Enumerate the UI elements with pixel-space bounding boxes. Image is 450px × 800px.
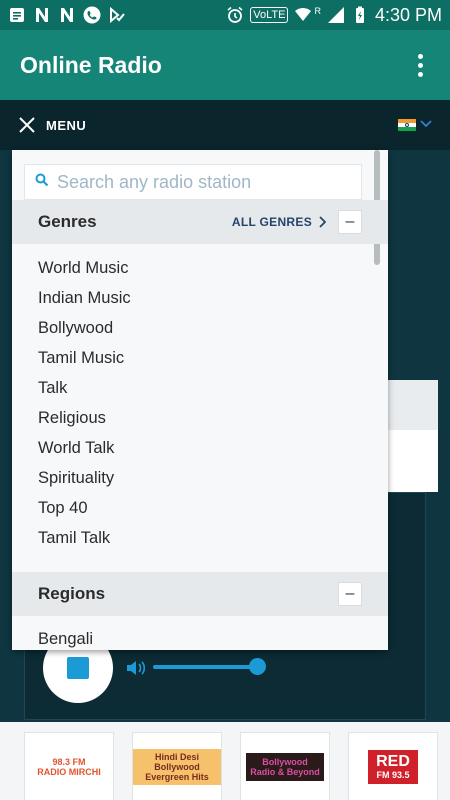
station-tile[interactable]: RED FM 93.5 [348, 732, 438, 800]
genre-item[interactable]: World Music [38, 253, 131, 283]
menu-label[interactable]: MENU [46, 118, 86, 133]
alarm-icon [226, 6, 244, 24]
menu-dropdown: Genres ALL GENRES – World Music Indian M… [12, 150, 388, 650]
volume-slider-track[interactable] [153, 665, 258, 669]
regions-list: Bengali [38, 624, 93, 650]
station-tile-line1: Hindi Desi Bollywood [154, 752, 200, 772]
n-app-icon [33, 6, 51, 24]
volume-slider-knob[interactable] [249, 658, 266, 675]
stop-icon [67, 657, 89, 679]
regions-header: Regions – [12, 572, 388, 616]
country-selector[interactable] [398, 116, 432, 134]
all-genres-link[interactable]: ALL GENRES [232, 215, 326, 229]
more-options-icon[interactable] [410, 50, 430, 80]
station-tile-line2: FM 93.5 [376, 770, 410, 780]
genre-item[interactable]: World Talk [38, 433, 131, 463]
app-title: Online Radio [20, 51, 162, 78]
volte-badge: VoLTE [250, 7, 289, 23]
clock: 4:30 PM [374, 4, 442, 25]
genre-item[interactable]: Bollywood [38, 313, 131, 343]
genre-item[interactable]: Tamil Music [38, 343, 131, 373]
regions-collapse-button[interactable]: – [338, 582, 362, 606]
station-tile-line1: Bollywood [262, 757, 308, 767]
background-panel [388, 380, 438, 430]
chevron-right-icon [319, 216, 326, 228]
genres-header: Genres ALL GENRES – [12, 200, 388, 244]
roaming-indicator: R [314, 6, 321, 16]
station-tiles: 98.3 FM RADIO MIRCHI Hindi Desi Bollywoo… [24, 732, 438, 800]
genres-title: Genres [38, 212, 97, 231]
regions-title: Regions [38, 584, 106, 603]
india-flag-icon [398, 118, 416, 132]
n-app-icon-2 [58, 6, 76, 24]
search-icon [35, 173, 49, 192]
genres-collapse-button[interactable]: – [338, 210, 362, 234]
station-tile[interactable]: Hindi Desi Bollywood Evergreen Hits [132, 732, 222, 800]
station-tile-line2: RADIO MIRCHI [37, 767, 101, 777]
region-item[interactable]: Bengali [38, 624, 93, 650]
genre-item[interactable]: Religious [38, 403, 131, 433]
checklist-icon [108, 6, 126, 24]
genre-item[interactable]: Spirituality [38, 463, 131, 493]
battery-icon [351, 6, 369, 24]
app-bar: Online Radio [0, 30, 450, 100]
search-input[interactable] [57, 171, 347, 193]
status-bar: VoLTE R 4:30 PM [0, 0, 450, 30]
genre-item[interactable]: Indian Music [38, 283, 131, 313]
genres-list: World Music Indian Music Bollywood Tamil… [38, 253, 131, 553]
genre-item[interactable]: Talk [38, 373, 131, 403]
notification-icon [8, 6, 26, 24]
station-tile-line1: 98.3 FM [52, 757, 86, 767]
station-tile-line1: RED [376, 753, 410, 770]
wifi-icon [294, 6, 312, 24]
menu-bar: MENU [0, 100, 450, 150]
close-icon[interactable] [18, 116, 36, 134]
phone-icon [83, 6, 101, 24]
signal-icon [327, 6, 345, 24]
station-tile[interactable]: Bollywood Radio & Beyond [240, 732, 330, 800]
chevron-down-icon [420, 116, 432, 134]
station-tile[interactable]: 98.3 FM RADIO MIRCHI [24, 732, 114, 800]
station-tile-line2: Evergreen Hits [145, 772, 209, 782]
volume-icon[interactable] [125, 659, 147, 682]
search-box [24, 164, 362, 200]
station-tile-line2: Radio & Beyond [250, 767, 320, 777]
genre-item[interactable]: Top 40 [38, 493, 131, 523]
all-genres-label: ALL GENRES [231, 215, 312, 229]
genre-item[interactable]: Tamil Talk [38, 523, 131, 553]
